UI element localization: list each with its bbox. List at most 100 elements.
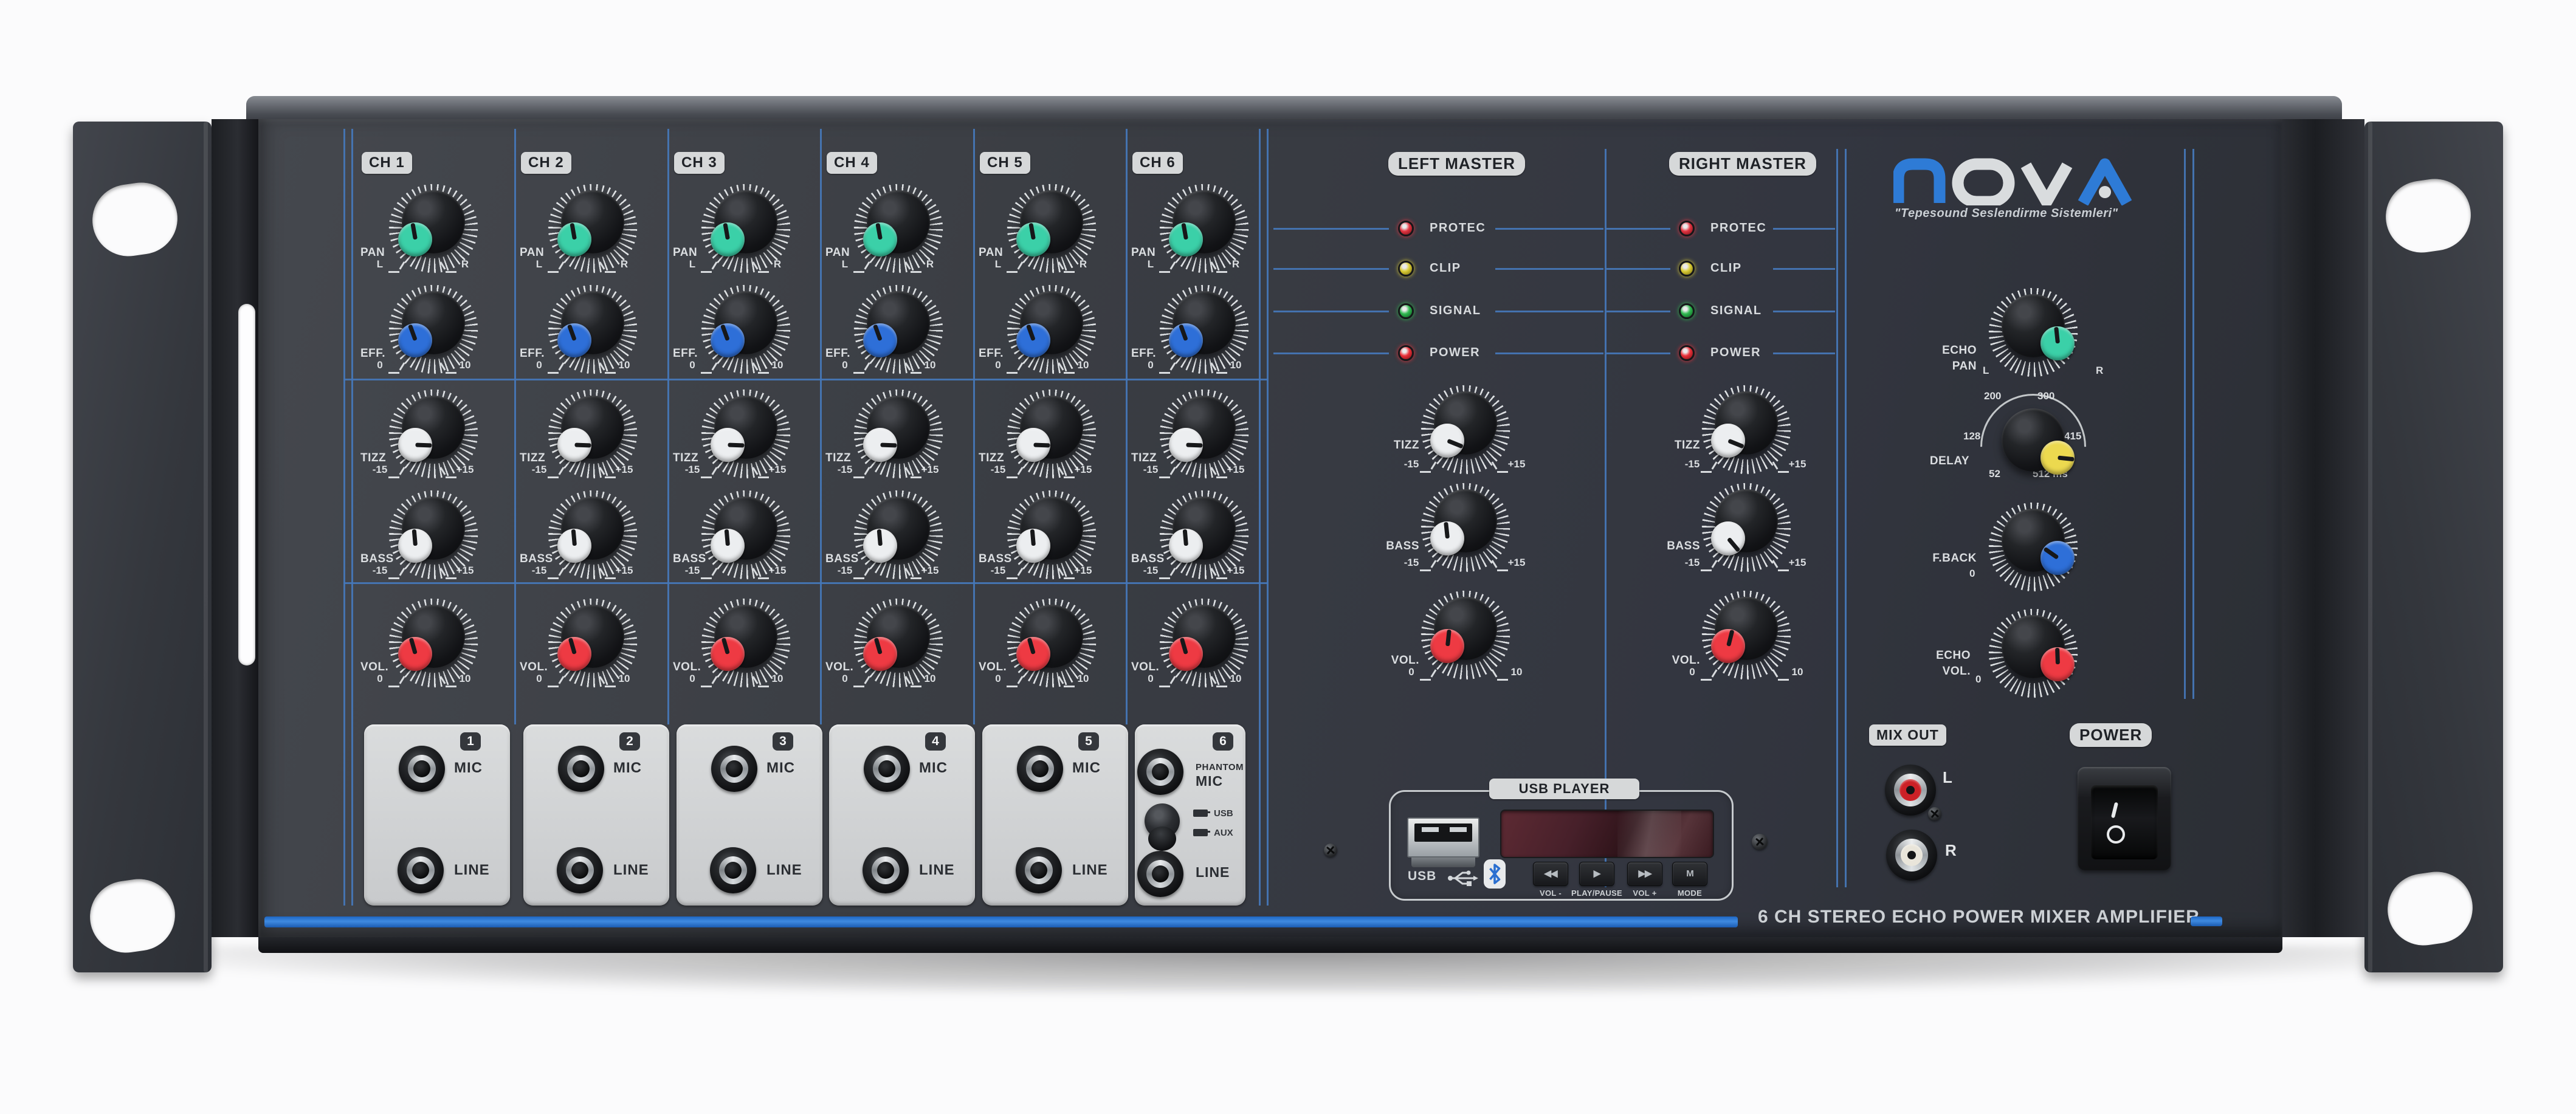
ch6-source-toggle[interactable] bbox=[1145, 803, 1180, 839]
ch5-pan-knob[interactable] bbox=[1006, 183, 1097, 274]
ch2-eff-knob[interactable] bbox=[547, 284, 638, 375]
ch5-mic-jack[interactable] bbox=[1017, 746, 1063, 792]
ch4-mic-jack[interactable] bbox=[864, 746, 910, 792]
ch4-pan-knob[interactable] bbox=[853, 183, 944, 274]
ch6-phantom-mic-jack[interactable] bbox=[1137, 749, 1183, 795]
ch5-line-jack[interactable] bbox=[1016, 847, 1062, 893]
ch2-vol-knob[interactable] bbox=[547, 597, 638, 689]
ch2-eff-row: EFF. 0 10 bbox=[515, 284, 668, 381]
pan-label: PAN bbox=[673, 246, 697, 260]
ch2-mic-jack[interactable] bbox=[558, 746, 604, 792]
knob-cap bbox=[1016, 222, 1050, 256]
ch6-bass-knob[interactable] bbox=[1159, 489, 1250, 580]
ch2-bass-knob[interactable] bbox=[547, 489, 638, 580]
ch2-jack-panel: 2 MIC LINE bbox=[523, 724, 669, 906]
ch3-pan-knob[interactable] bbox=[700, 183, 791, 274]
vol-up-button[interactable]: ▶▶ bbox=[1627, 862, 1662, 886]
left-master-bass-knob[interactable] bbox=[1420, 482, 1511, 573]
echo-pan-knob[interactable] bbox=[1988, 287, 2079, 378]
ch6-bass-row: BASS -15 +15 bbox=[1126, 489, 1279, 586]
ch6-tizz-knob[interactable] bbox=[1159, 388, 1250, 480]
ch2-pan-knob[interactable] bbox=[547, 183, 638, 274]
ch1-pan-knob[interactable] bbox=[388, 183, 479, 274]
ch5-tizz-knob[interactable] bbox=[1006, 388, 1097, 480]
ch3-tizz-knob[interactable] bbox=[700, 388, 791, 480]
ch2-tizz-knob[interactable] bbox=[547, 388, 638, 480]
ch1-vol-knob[interactable] bbox=[388, 597, 479, 689]
knob-pointer bbox=[1445, 630, 1452, 647]
knob-cap bbox=[711, 222, 745, 256]
ch3-eff-knob[interactable] bbox=[700, 284, 791, 375]
delay-knob[interactable] bbox=[1988, 401, 2079, 492]
right-master-bass-knob[interactable] bbox=[1701, 482, 1792, 573]
ch4-vol-knob[interactable] bbox=[853, 597, 944, 689]
knob-pointer bbox=[567, 324, 576, 341]
ch5-vol-knob[interactable] bbox=[1006, 597, 1097, 689]
clip-led bbox=[1398, 261, 1414, 277]
mode-button[interactable]: M bbox=[1672, 862, 1707, 886]
ch4-bass-knob[interactable] bbox=[853, 489, 944, 580]
ch4-tizz-knob[interactable] bbox=[853, 388, 944, 480]
bass-label: BASS bbox=[1346, 540, 1419, 553]
vol-label: VOL. bbox=[1627, 654, 1700, 667]
ch6-line-jack[interactable] bbox=[1137, 851, 1183, 897]
usb-port[interactable] bbox=[1407, 817, 1479, 858]
ch3-vol-knob[interactable] bbox=[700, 597, 791, 689]
ch4-eff-knob[interactable] bbox=[853, 284, 944, 375]
knob-pointer bbox=[721, 638, 729, 655]
vol-label: VOL. bbox=[673, 661, 701, 674]
line-label: LINE bbox=[454, 862, 490, 879]
echo-pan-label-1: ECHO bbox=[1904, 344, 1977, 357]
echo-vol-min: 0 bbox=[1975, 673, 1981, 686]
knob-cap bbox=[1711, 521, 1745, 555]
play-pause-button[interactable]: ▶ bbox=[1579, 862, 1614, 886]
divider-line bbox=[2184, 149, 2186, 699]
ch5-tizz-row: TIZZ -15 +15 bbox=[974, 388, 1127, 486]
signal-led bbox=[1398, 303, 1414, 319]
ch4-line-jack[interactable] bbox=[863, 847, 909, 893]
ch5-eff-knob[interactable] bbox=[1006, 284, 1097, 375]
left-master-vol-knob[interactable] bbox=[1420, 590, 1511, 681]
knob-cap bbox=[863, 323, 897, 357]
left-master-tizz-knob[interactable] bbox=[1420, 384, 1511, 475]
knob-cap bbox=[557, 428, 591, 462]
ch3-bass-knob[interactable] bbox=[700, 489, 791, 580]
knob-pointer bbox=[415, 443, 432, 448]
echo-vol-knob[interactable] bbox=[1988, 608, 2079, 699]
ch1-mic-jack[interactable] bbox=[399, 746, 445, 792]
channel-6-header: CH 6 bbox=[1132, 152, 1183, 174]
pan-label: PAN bbox=[520, 246, 544, 260]
knob-cap bbox=[1169, 637, 1203, 671]
knob-pointer bbox=[873, 638, 882, 655]
ch5-bass-knob[interactable] bbox=[1006, 489, 1097, 580]
channel-3-header: CH 3 bbox=[674, 152, 725, 174]
ch5-number-badge: 5 bbox=[1078, 732, 1099, 751]
vol-label: VOL. bbox=[520, 661, 548, 674]
fback-knob[interactable] bbox=[1988, 501, 2079, 593]
clip-led-label: CLIP bbox=[1710, 261, 1742, 275]
ch3-line-jack[interactable] bbox=[710, 847, 756, 893]
knob-pointer bbox=[574, 443, 591, 448]
ch6-vol-knob[interactable] bbox=[1159, 597, 1250, 689]
right-master-tizz-knob[interactable] bbox=[1701, 384, 1792, 475]
knob-pointer bbox=[1182, 529, 1188, 546]
mix-out-right-rca[interactable] bbox=[1886, 830, 1937, 881]
knob-cap bbox=[1016, 428, 1050, 462]
ch3-mic-jack[interactable] bbox=[711, 746, 757, 792]
knob-cap bbox=[398, 323, 432, 357]
ch1-tizz-knob[interactable] bbox=[388, 388, 479, 480]
power-rocker-switch[interactable] bbox=[2091, 785, 2158, 859]
mix-out-left-rca[interactable] bbox=[1885, 765, 1936, 816]
ch2-line-jack[interactable] bbox=[557, 847, 603, 893]
clip-led-label: CLIP bbox=[1430, 261, 1461, 275]
vol-down-button[interactable]: ◀◀ bbox=[1533, 862, 1568, 886]
ch1-line-jack[interactable] bbox=[398, 847, 444, 893]
ch1-eff-knob[interactable] bbox=[388, 284, 479, 375]
tizz-label: TIZZ bbox=[979, 452, 1004, 465]
tizz-label: TIZZ bbox=[360, 452, 386, 465]
ch1-bass-knob[interactable] bbox=[388, 489, 479, 580]
ch6-pan-knob[interactable] bbox=[1159, 183, 1250, 274]
ch1-vol-row: VOL. 0 10 bbox=[356, 597, 509, 695]
right-master-vol-knob[interactable] bbox=[1701, 590, 1792, 681]
ch6-eff-knob[interactable] bbox=[1159, 284, 1250, 375]
